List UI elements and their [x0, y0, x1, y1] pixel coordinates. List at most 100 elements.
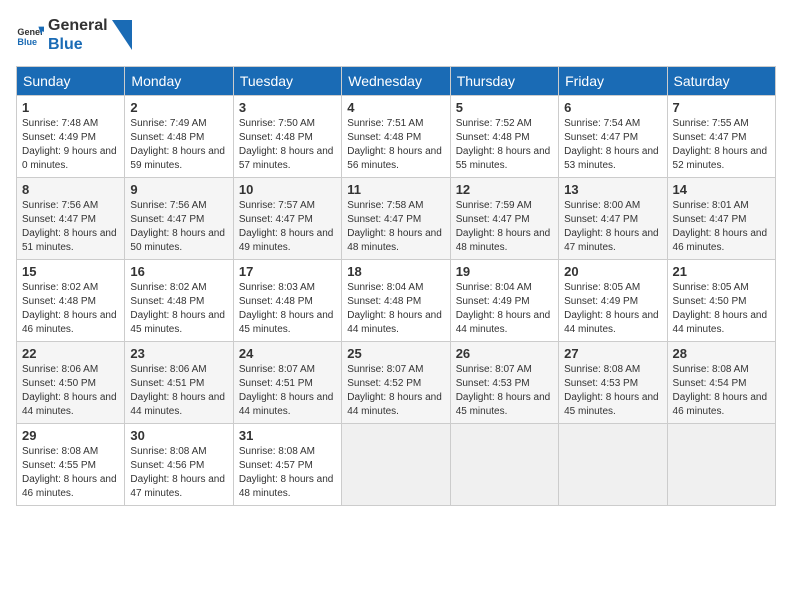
day-number: 8: [22, 182, 119, 197]
daylight-label: Daylight: 8 hours and 45 minutes.: [564, 392, 659, 417]
calendar-cell: [342, 424, 450, 506]
day-number: 13: [564, 182, 661, 197]
cell-info: Sunrise: 7:58 AM Sunset: 4:47 PM Dayligh…: [347, 199, 444, 255]
calendar-cell: 29 Sunrise: 8:08 AM Sunset: 4:55 PM Dayl…: [17, 424, 125, 506]
sunrise-label: Sunrise: 7:50 AM: [239, 118, 315, 129]
sunset-label: Sunset: 4:56 PM: [130, 460, 204, 471]
sunset-label: Sunset: 4:48 PM: [347, 296, 421, 307]
sunrise-label: Sunrise: 7:58 AM: [347, 200, 423, 211]
daylight-label: Daylight: 8 hours and 47 minutes.: [130, 474, 225, 499]
sunset-label: Sunset: 4:48 PM: [130, 132, 204, 143]
calendar-week-row: 15 Sunrise: 8:02 AM Sunset: 4:48 PM Dayl…: [17, 260, 776, 342]
daylight-label: Daylight: 8 hours and 44 minutes.: [347, 392, 442, 417]
daylight-label: Daylight: 8 hours and 55 minutes.: [456, 146, 551, 171]
sunset-label: Sunset: 4:47 PM: [673, 214, 747, 225]
sunrise-label: Sunrise: 8:07 AM: [456, 364, 532, 375]
calendar-week-row: 29 Sunrise: 8:08 AM Sunset: 4:55 PM Dayl…: [17, 424, 776, 506]
sunrise-label: Sunrise: 8:06 AM: [130, 364, 206, 375]
cell-info: Sunrise: 8:08 AM Sunset: 4:57 PM Dayligh…: [239, 445, 336, 501]
day-number: 3: [239, 100, 336, 115]
cell-info: Sunrise: 8:08 AM Sunset: 4:53 PM Dayligh…: [564, 363, 661, 419]
day-number: 19: [456, 264, 553, 279]
daylight-label: Daylight: 8 hours and 57 minutes.: [239, 146, 334, 171]
calendar-table: Sunday Monday Tuesday Wednesday Thursday…: [16, 66, 776, 506]
daylight-label: Daylight: 8 hours and 48 minutes.: [347, 228, 442, 253]
sunrise-label: Sunrise: 7:52 AM: [456, 118, 532, 129]
day-number: 15: [22, 264, 119, 279]
calendar-cell: 25 Sunrise: 8:07 AM Sunset: 4:52 PM Dayl…: [342, 342, 450, 424]
daylight-label: Daylight: 8 hours and 44 minutes.: [22, 392, 117, 417]
calendar-body: 1 Sunrise: 7:48 AM Sunset: 4:49 PM Dayli…: [17, 96, 776, 506]
sunset-label: Sunset: 4:47 PM: [22, 214, 96, 225]
daylight-label: Daylight: 8 hours and 46 minutes.: [22, 310, 117, 335]
sunrise-label: Sunrise: 8:05 AM: [564, 282, 640, 293]
calendar-cell: 31 Sunrise: 8:08 AM Sunset: 4:57 PM Dayl…: [233, 424, 341, 506]
daylight-label: Daylight: 8 hours and 50 minutes.: [130, 228, 225, 253]
sunrise-label: Sunrise: 7:59 AM: [456, 200, 532, 211]
calendar-cell: 28 Sunrise: 8:08 AM Sunset: 4:54 PM Dayl…: [667, 342, 775, 424]
cell-info: Sunrise: 8:03 AM Sunset: 4:48 PM Dayligh…: [239, 281, 336, 337]
sunrise-label: Sunrise: 7:56 AM: [22, 200, 98, 211]
calendar-cell: 19 Sunrise: 8:04 AM Sunset: 4:49 PM Dayl…: [450, 260, 558, 342]
cell-info: Sunrise: 8:02 AM Sunset: 4:48 PM Dayligh…: [22, 281, 119, 337]
day-number: 25: [347, 346, 444, 361]
sunrise-label: Sunrise: 7:55 AM: [673, 118, 749, 129]
day-number: 7: [673, 100, 770, 115]
calendar-cell: 30 Sunrise: 8:08 AM Sunset: 4:56 PM Dayl…: [125, 424, 233, 506]
cell-info: Sunrise: 8:08 AM Sunset: 4:55 PM Dayligh…: [22, 445, 119, 501]
daylight-label: Daylight: 8 hours and 47 minutes.: [564, 228, 659, 253]
daylight-label: Daylight: 8 hours and 44 minutes.: [564, 310, 659, 335]
sunrise-label: Sunrise: 8:03 AM: [239, 282, 315, 293]
daylight-label: Daylight: 8 hours and 49 minutes.: [239, 228, 334, 253]
cell-info: Sunrise: 8:06 AM Sunset: 4:50 PM Dayligh…: [22, 363, 119, 419]
calendar-cell: 6 Sunrise: 7:54 AM Sunset: 4:47 PM Dayli…: [559, 96, 667, 178]
sunset-label: Sunset: 4:51 PM: [239, 378, 313, 389]
day-number: 16: [130, 264, 227, 279]
calendar-cell: 16 Sunrise: 8:02 AM Sunset: 4:48 PM Dayl…: [125, 260, 233, 342]
sunset-label: Sunset: 4:47 PM: [673, 132, 747, 143]
day-number: 23: [130, 346, 227, 361]
sunset-label: Sunset: 4:48 PM: [347, 132, 421, 143]
calendar-cell: 21 Sunrise: 8:05 AM Sunset: 4:50 PM Dayl…: [667, 260, 775, 342]
calendar-cell: 1 Sunrise: 7:48 AM Sunset: 4:49 PM Dayli…: [17, 96, 125, 178]
day-number: 18: [347, 264, 444, 279]
calendar-cell: 8 Sunrise: 7:56 AM Sunset: 4:47 PM Dayli…: [17, 178, 125, 260]
logo-icon: General Blue: [16, 21, 44, 49]
daylight-label: Daylight: 8 hours and 44 minutes.: [347, 310, 442, 335]
calendar-week-row: 22 Sunrise: 8:06 AM Sunset: 4:50 PM Dayl…: [17, 342, 776, 424]
day-number: 26: [456, 346, 553, 361]
col-tuesday: Tuesday: [233, 67, 341, 96]
calendar-week-row: 1 Sunrise: 7:48 AM Sunset: 4:49 PM Dayli…: [17, 96, 776, 178]
sunrise-label: Sunrise: 7:56 AM: [130, 200, 206, 211]
calendar-cell: [667, 424, 775, 506]
calendar-cell: 27 Sunrise: 8:08 AM Sunset: 4:53 PM Dayl…: [559, 342, 667, 424]
daylight-label: Daylight: 8 hours and 46 minutes.: [673, 392, 768, 417]
sunrise-label: Sunrise: 7:57 AM: [239, 200, 315, 211]
daylight-label: Daylight: 8 hours and 46 minutes.: [22, 474, 117, 499]
sunset-label: Sunset: 4:48 PM: [239, 296, 313, 307]
daylight-label: Daylight: 8 hours and 45 minutes.: [130, 310, 225, 335]
calendar-cell: 12 Sunrise: 7:59 AM Sunset: 4:47 PM Dayl…: [450, 178, 558, 260]
calendar-cell: 20 Sunrise: 8:05 AM Sunset: 4:49 PM Dayl…: [559, 260, 667, 342]
sunset-label: Sunset: 4:53 PM: [456, 378, 530, 389]
calendar-cell: 18 Sunrise: 8:04 AM Sunset: 4:48 PM Dayl…: [342, 260, 450, 342]
cell-info: Sunrise: 7:59 AM Sunset: 4:47 PM Dayligh…: [456, 199, 553, 255]
cell-info: Sunrise: 8:01 AM Sunset: 4:47 PM Dayligh…: [673, 199, 770, 255]
col-thursday: Thursday: [450, 67, 558, 96]
daylight-label: Daylight: 8 hours and 44 minutes.: [673, 310, 768, 335]
day-number: 4: [347, 100, 444, 115]
sunrise-label: Sunrise: 7:48 AM: [22, 118, 98, 129]
cell-info: Sunrise: 7:52 AM Sunset: 4:48 PM Dayligh…: [456, 117, 553, 173]
day-number: 27: [564, 346, 661, 361]
calendar-cell: 15 Sunrise: 8:02 AM Sunset: 4:48 PM Dayl…: [17, 260, 125, 342]
sunset-label: Sunset: 4:49 PM: [564, 296, 638, 307]
cell-info: Sunrise: 7:48 AM Sunset: 4:49 PM Dayligh…: [22, 117, 119, 173]
calendar-cell: [559, 424, 667, 506]
day-number: 29: [22, 428, 119, 443]
daylight-label: Daylight: 8 hours and 48 minutes.: [456, 228, 551, 253]
logo-blue: Blue: [48, 35, 108, 54]
sunrise-label: Sunrise: 7:51 AM: [347, 118, 423, 129]
calendar-week-row: 8 Sunrise: 7:56 AM Sunset: 4:47 PM Dayli…: [17, 178, 776, 260]
svg-text:Blue: Blue: [17, 37, 37, 47]
sunset-label: Sunset: 4:48 PM: [456, 132, 530, 143]
